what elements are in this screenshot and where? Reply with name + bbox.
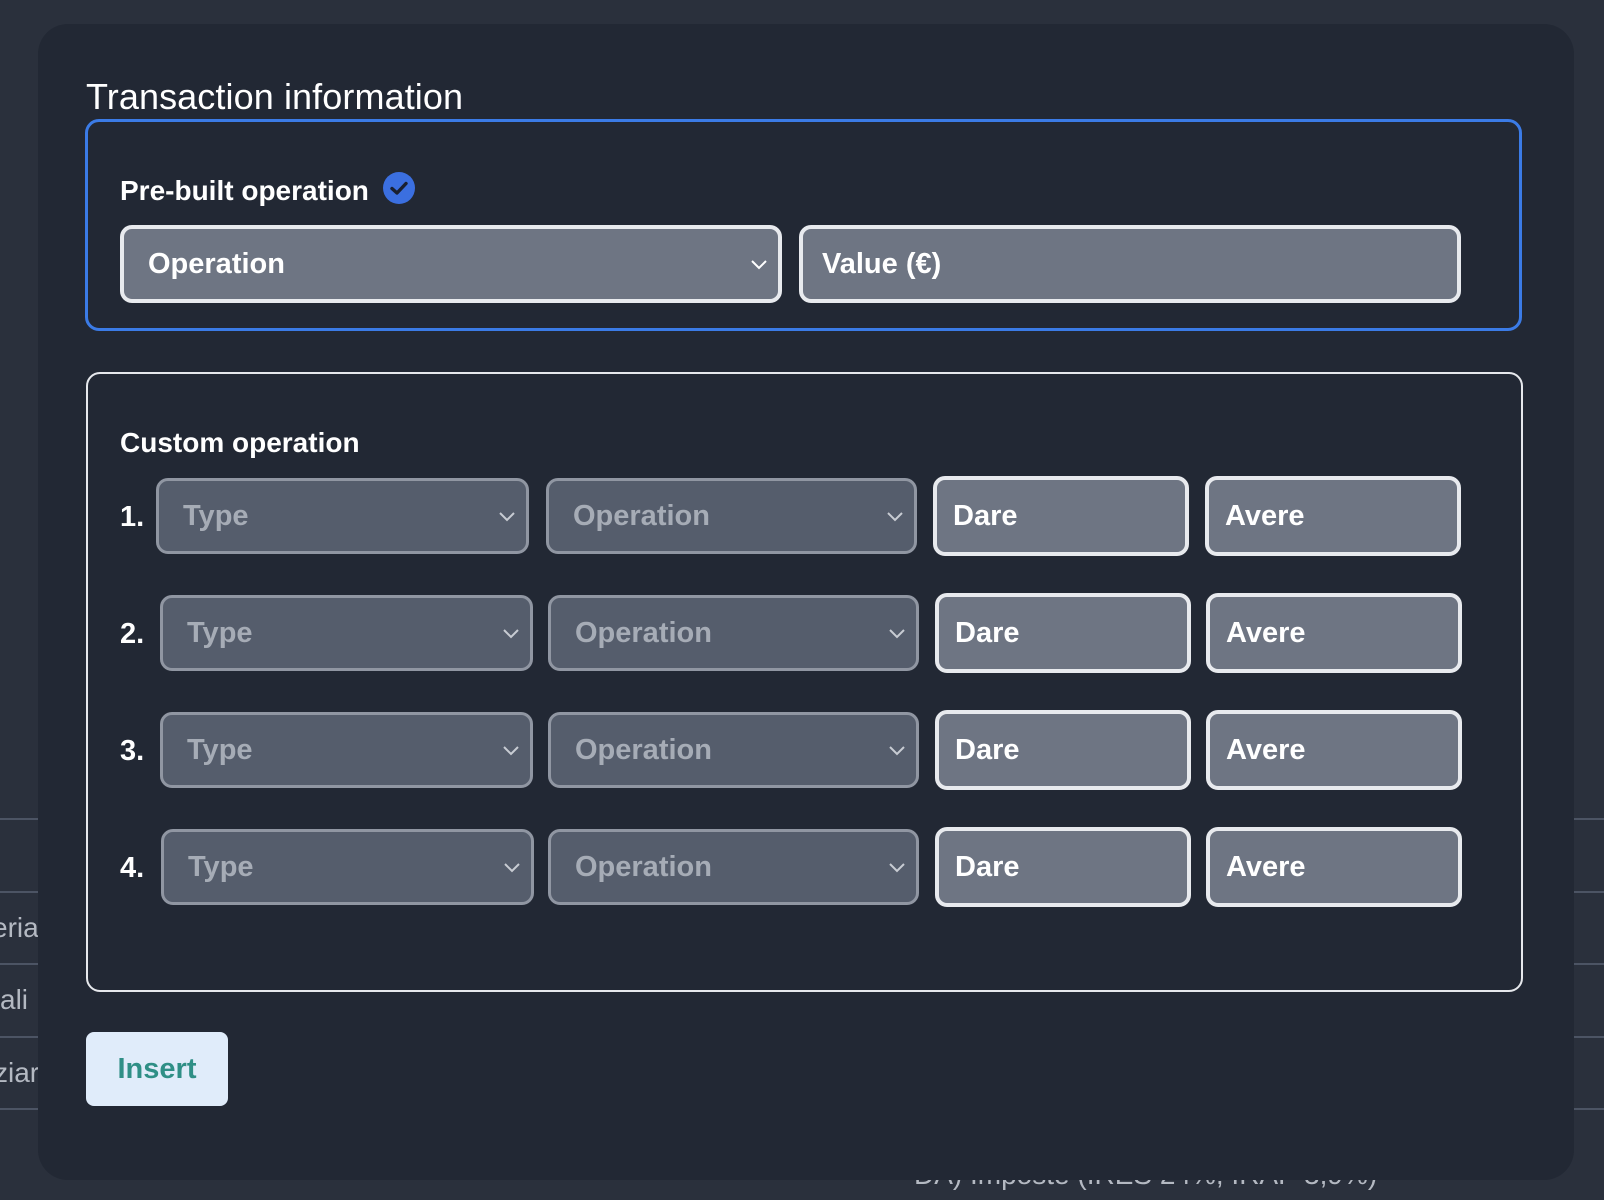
bg-text-fragment: ziar [0, 1057, 38, 1088]
row-operation-select[interactable]: Operation [546, 478, 917, 554]
chevron-down-icon [504, 863, 520, 873]
row-type-select[interactable]: Type [160, 712, 533, 788]
row-operation-select[interactable]: Operation [548, 712, 919, 788]
row-dare-input[interactable]: Dare [933, 476, 1189, 556]
row-avere-input[interactable]: Avere [1206, 827, 1462, 907]
modal-title: Transaction information [86, 76, 464, 117]
bg-divider [1574, 1108, 1604, 1110]
custom-operation-panel: Custom operation 1. Type Operation Dare … [86, 372, 1523, 992]
row-type-select[interactable]: Type [161, 829, 534, 905]
bg-bottom-clip: DA) Imposte (IRES 24%, IRAP 3,9%) [900, 1180, 1420, 1200]
row-avere-input[interactable]: Avere [1205, 476, 1461, 556]
bg-divider [0, 818, 38, 820]
row-avere-input[interactable]: Avere [1206, 593, 1462, 673]
chevron-down-icon [499, 512, 515, 522]
bg-divider [1574, 963, 1604, 965]
bg-text-fragment: eria [0, 912, 38, 943]
row-dare-input[interactable]: Dare [935, 593, 1191, 673]
chevron-down-icon [889, 629, 905, 639]
chevron-down-icon [887, 512, 903, 522]
input-placeholder: Dare [953, 499, 1018, 532]
row-dare-input[interactable]: Dare [935, 710, 1191, 790]
row-operation-select[interactable]: Operation [548, 595, 919, 671]
input-placeholder: Avere [1226, 733, 1306, 766]
bg-divider [0, 891, 38, 893]
input-placeholder: Avere [1226, 616, 1306, 649]
check-circle-icon [383, 172, 415, 204]
select-placeholder: Operation [573, 499, 710, 532]
chevron-down-icon [751, 260, 767, 270]
row-type-select[interactable]: Type [160, 595, 533, 671]
row-number: 3. [120, 735, 145, 767]
row-operation-select[interactable]: Operation [548, 829, 919, 905]
select-placeholder: Type [188, 850, 254, 883]
input-placeholder: Dare [955, 616, 1020, 649]
prebuilt-operation-panel[interactable]: Pre-built operation Operation Value (€) [85, 119, 1522, 331]
row-type-select[interactable]: Type [156, 478, 529, 554]
input-placeholder: Avere [1225, 499, 1305, 532]
chevron-down-icon [503, 629, 519, 639]
select-value: Operation [148, 247, 285, 280]
row-avere-input[interactable]: Avere [1206, 710, 1462, 790]
prebuilt-operation-select[interactable]: Operation [120, 225, 782, 303]
chevron-down-icon [889, 746, 905, 756]
input-placeholder: Dare [955, 733, 1020, 766]
bg-left-clip: eria ali ziar [0, 900, 38, 1140]
insert-button[interactable]: Insert [86, 1032, 228, 1106]
select-placeholder: Operation [575, 850, 712, 883]
prebuilt-operation-label: Pre-built operation [120, 175, 369, 206]
custom-operation-label: Custom operation [120, 427, 360, 458]
input-placeholder: Avere [1226, 850, 1306, 883]
row-number: 1. [120, 501, 145, 533]
chevron-down-icon [889, 863, 905, 873]
select-placeholder: Operation [575, 733, 712, 766]
select-placeholder: Operation [575, 616, 712, 649]
select-placeholder: Type [183, 499, 249, 532]
row-number: 2. [120, 618, 145, 650]
bg-divider [1574, 1036, 1604, 1038]
select-placeholder: Type [187, 733, 253, 766]
bg-text-fragment: DA) Imposte (IRES 24%, IRAP 3,9%) [914, 1180, 1377, 1191]
chevron-down-icon [503, 746, 519, 756]
transaction-modal: Transaction information Pre-built operat… [38, 24, 1574, 1180]
input-placeholder: Value (€) [822, 247, 942, 280]
select-placeholder: Type [187, 616, 253, 649]
prebuilt-value-input[interactable]: Value (€) [799, 225, 1461, 303]
row-number: 4. [120, 852, 145, 884]
bg-divider [1574, 818, 1604, 820]
bg-divider [1574, 891, 1604, 893]
bg-text-fragment: ali [0, 984, 29, 1015]
input-placeholder: Dare [955, 850, 1020, 883]
row-dare-input[interactable]: Dare [935, 827, 1191, 907]
